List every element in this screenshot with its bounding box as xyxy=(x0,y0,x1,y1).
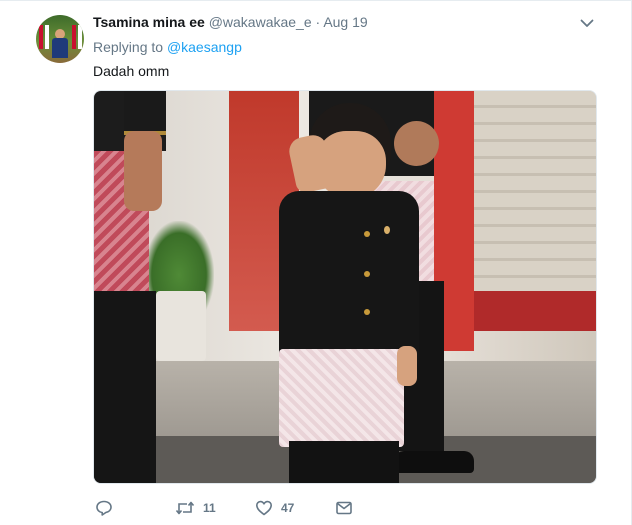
envelope-icon xyxy=(336,501,352,515)
tweet-date[interactable]: Aug 19 xyxy=(323,14,367,30)
retweet-count: 11 xyxy=(203,501,216,515)
tweet-photo[interactable] xyxy=(93,90,597,484)
reply-icon xyxy=(96,500,112,516)
avatar[interactable] xyxy=(36,15,84,63)
user-handle[interactable]: @wakawakae_e xyxy=(209,14,312,30)
retweet-icon xyxy=(175,501,195,515)
retweet-button[interactable]: 11 xyxy=(175,497,216,519)
mention-link[interactable]: @kaesangp xyxy=(167,39,242,55)
heart-icon xyxy=(256,500,272,516)
direct-message-button[interactable] xyxy=(335,497,353,519)
tweet-card[interactable]: Tsamina mina ee @wakawakae_e · Aug 19 Re… xyxy=(0,0,632,525)
chevron-down-icon[interactable] xyxy=(579,15,595,31)
tweet-text: Dadah omm xyxy=(93,63,170,79)
separator-dot: · xyxy=(315,14,321,30)
display-name[interactable]: Tsamina mina ee xyxy=(93,14,205,30)
replying-prefix: Replying to xyxy=(93,39,164,55)
like-button[interactable]: 47 xyxy=(255,497,294,519)
replying-to: Replying to @kaesangp xyxy=(93,38,242,56)
like-count: 47 xyxy=(281,501,295,515)
tweet-actions: 11 47 xyxy=(93,497,393,519)
reply-button[interactable] xyxy=(95,497,121,519)
tweet-header: Tsamina mina ee @wakawakae_e · Aug 19 xyxy=(93,13,368,31)
